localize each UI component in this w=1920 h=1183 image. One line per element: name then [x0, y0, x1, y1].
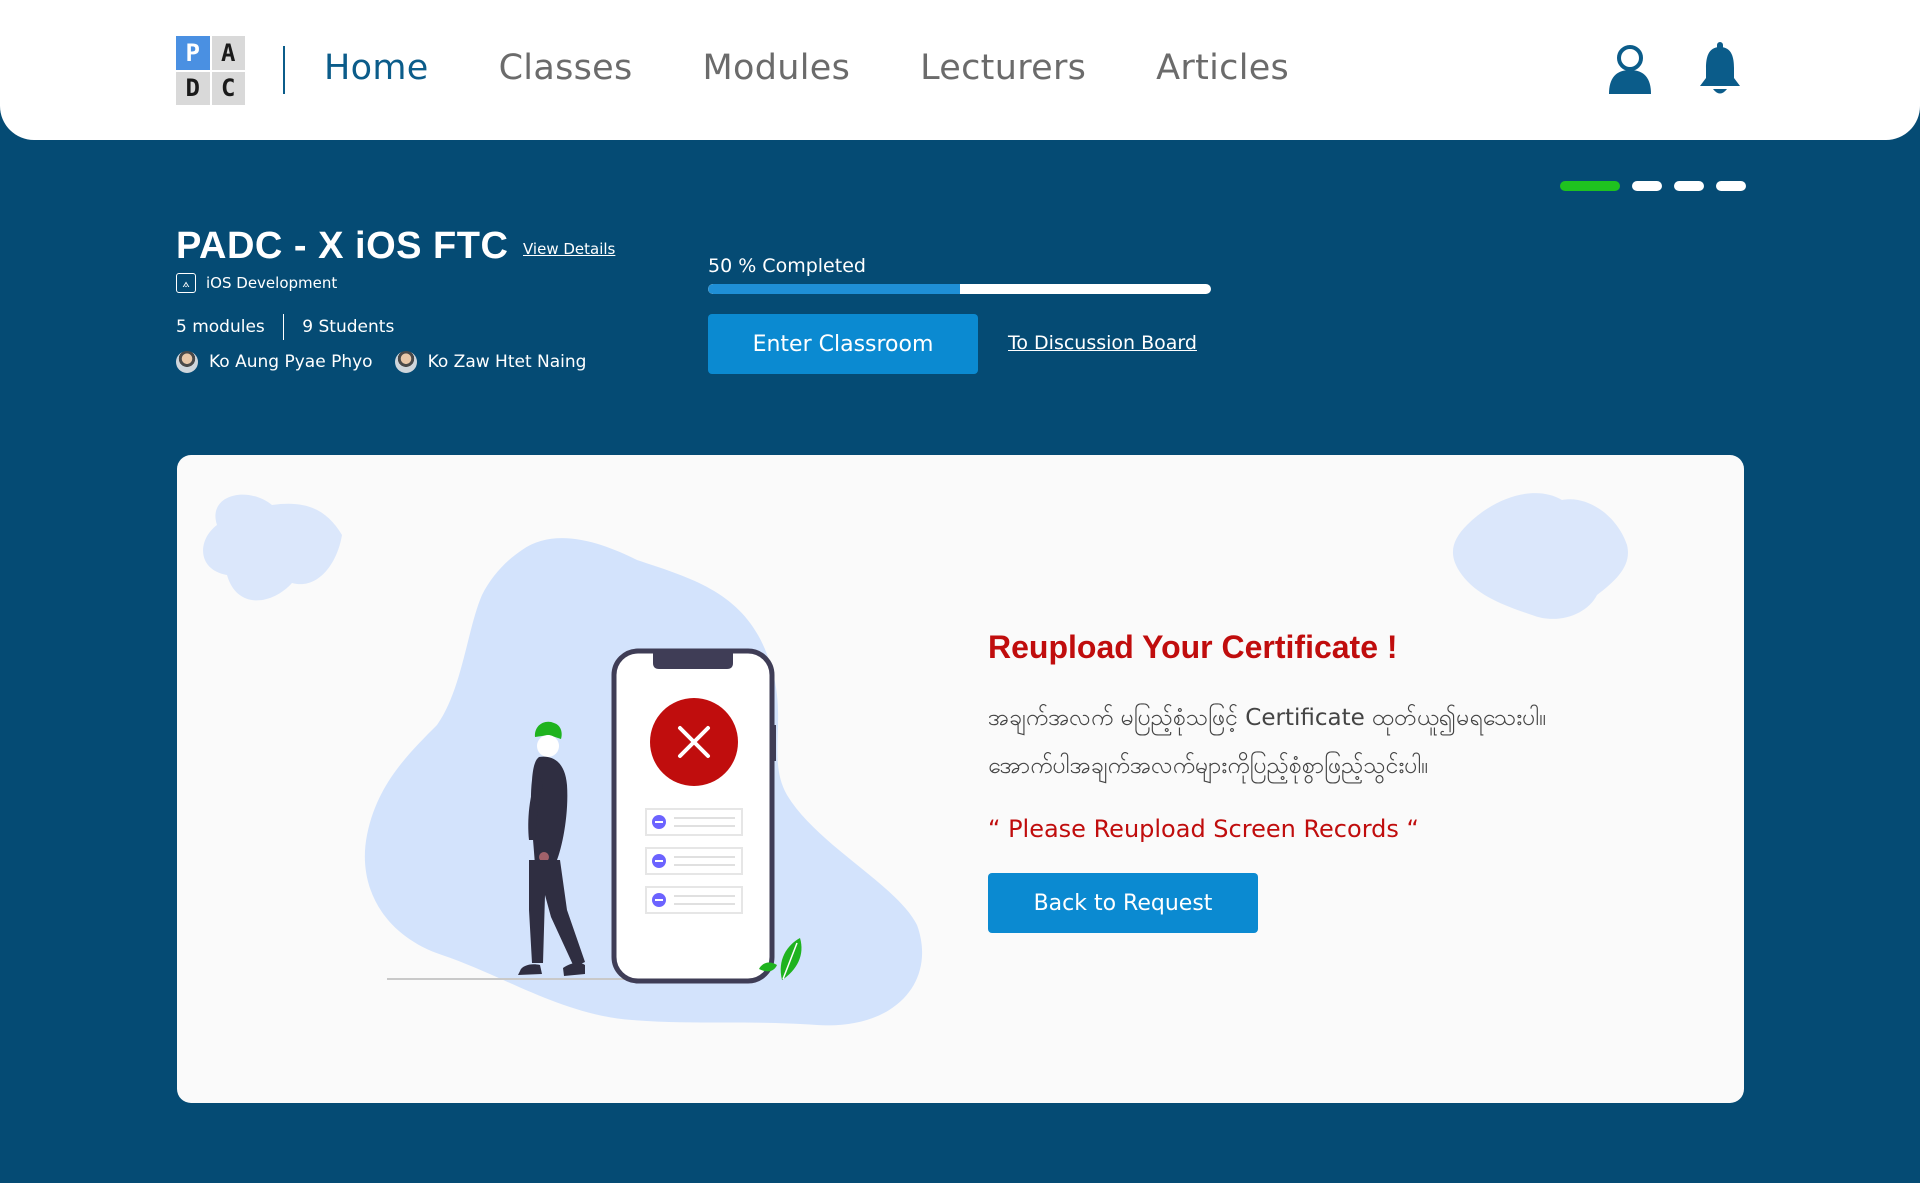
nav-classes[interactable]: Classes: [499, 48, 633, 88]
main-nav: Home Classes Modules Lecturers Articles: [324, 48, 1289, 88]
progress-label: 50 % Completed: [708, 255, 866, 277]
top-navbar: P A D C Home Classes Modules Lecturers A…: [0, 0, 1920, 140]
back-to-request-button[interactable]: Back to Request: [988, 873, 1258, 933]
decorative-blob-left: [203, 494, 342, 601]
lecturer-list: Ko Aung Pyae Phyo Ko Zaw Htet Naing: [176, 351, 586, 373]
error-message-line: အချက်အလက် မပြည့်စုံသဖြင့် Certificate ထု…: [988, 705, 1547, 731]
student-count: 9 Students: [302, 317, 395, 337]
nav-articles[interactable]: Articles: [1156, 48, 1289, 88]
error-title: Reupload Your Certificate !: [988, 629, 1398, 665]
error-illustration: [203, 493, 1628, 1026]
carousel-dot[interactable]: [1674, 181, 1704, 191]
logo-letter: C: [211, 71, 245, 105]
reupload-note: “ Please Reupload Screen Records “: [988, 815, 1419, 843]
certificate-status-card: Reupload Your Certificate ! အချက်အလက် မပ…: [177, 455, 1744, 1103]
logo-letter: P: [176, 36, 210, 70]
logo-letter: A: [211, 36, 245, 70]
user-icon[interactable]: [1607, 44, 1653, 96]
bell-icon[interactable]: [1698, 42, 1742, 96]
nav-lecturers[interactable]: Lecturers: [920, 48, 1086, 88]
app-store-icon: ⟑: [176, 273, 196, 293]
nav-home[interactable]: Home: [324, 48, 429, 88]
lecturer-name[interactable]: Ko Zaw Htet Naing: [428, 352, 587, 372]
progress-bar-fill: [708, 284, 960, 294]
carousel-dot[interactable]: [1632, 181, 1662, 191]
lecturer-name[interactable]: Ko Aung Pyae Phyo: [209, 352, 373, 372]
category-label: iOS Development: [206, 274, 338, 292]
enter-classroom-button[interactable]: Enter Classroom: [708, 314, 978, 374]
carousel-dot[interactable]: [1716, 181, 1746, 191]
phone-list-row: [645, 847, 743, 875]
error-message-line: အောက်ပါအချက်အလက်များကိုပြည့်စုံစွာဖြည့်သ…: [988, 753, 1429, 779]
nav-modules[interactable]: Modules: [703, 48, 851, 88]
phone-list-row: [645, 808, 743, 836]
carousel-indicator: [1560, 181, 1746, 191]
discussion-board-link[interactable]: To Discussion Board: [1008, 332, 1197, 354]
nav-divider: [283, 46, 285, 94]
view-details-link[interactable]: View Details: [523, 240, 615, 258]
carousel-dot-active[interactable]: [1560, 181, 1620, 191]
course-category: ⟑ iOS Development: [176, 273, 337, 293]
progress-bar: [708, 284, 1211, 294]
decorative-blob-right: [1452, 493, 1628, 619]
course-meta: 5 modules 9 Students: [176, 314, 394, 340]
phone-side-button: [772, 725, 776, 761]
course-title: PADC - X iOS FTC: [176, 225, 509, 267]
logo-letter: D: [176, 71, 210, 105]
module-count: 5 modules: [176, 317, 265, 337]
padc-logo[interactable]: P A D C: [176, 36, 245, 105]
lecturer-avatar: [394, 351, 417, 373]
phone-list-row: [645, 886, 743, 914]
phone-notch: [653, 653, 733, 669]
lecturer-avatar: [176, 351, 198, 373]
meta-divider: [282, 314, 285, 340]
